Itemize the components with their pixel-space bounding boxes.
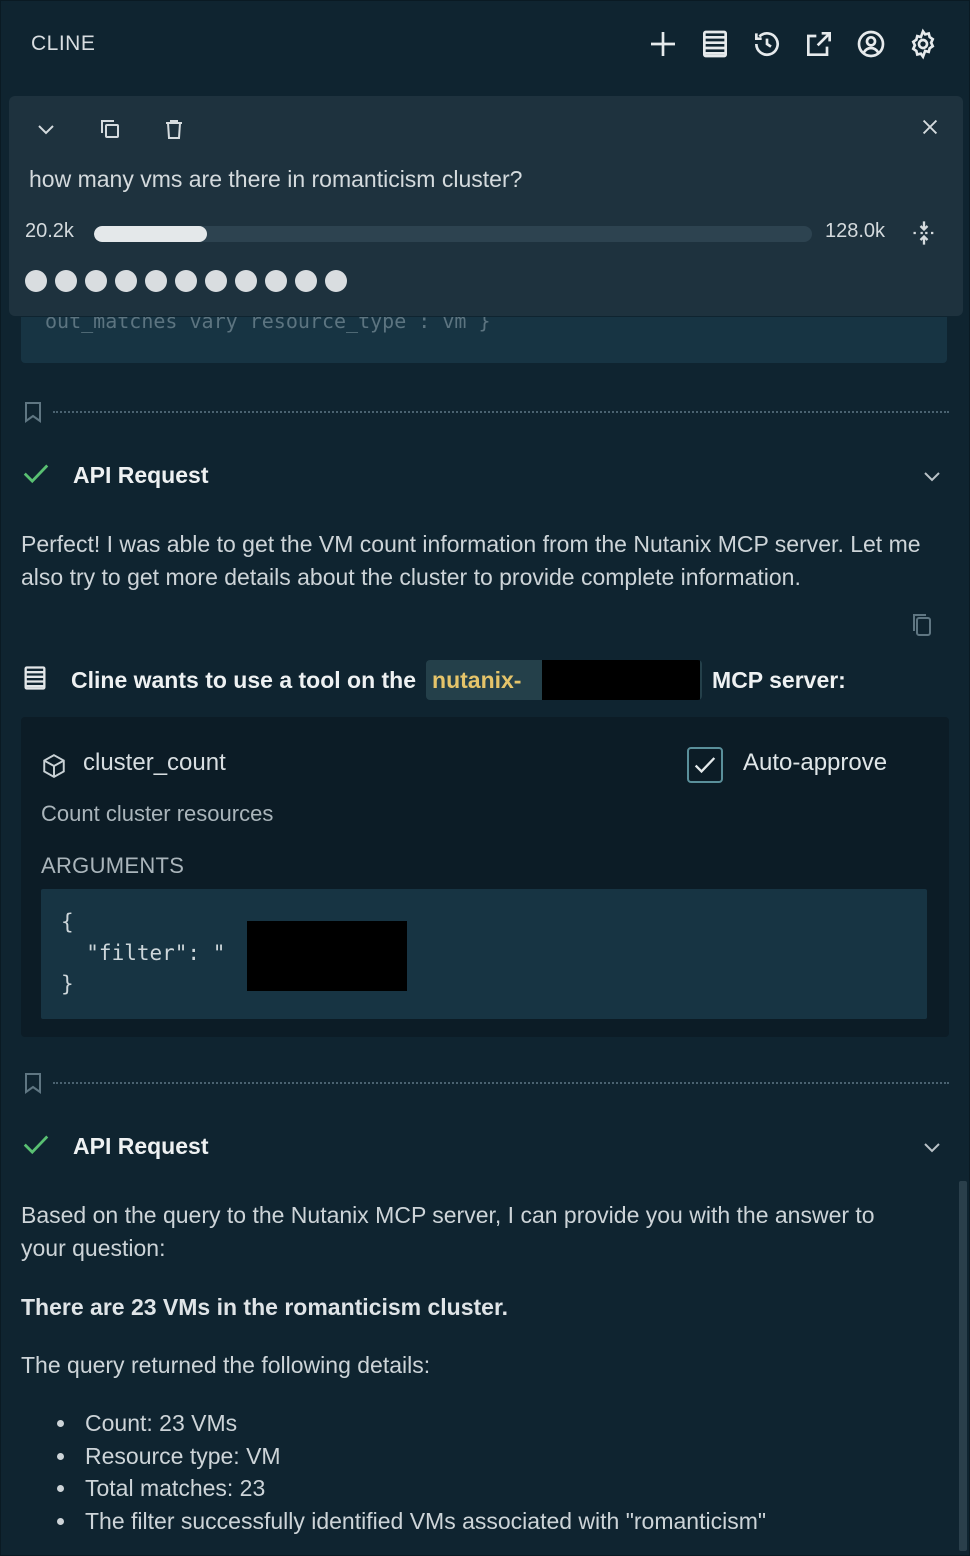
chevron-down-icon[interactable] [917,461,947,491]
checkpoint-dot[interactable] [235,270,257,292]
checkpoint-line [53,1082,949,1084]
checkpoint-separator [21,398,949,426]
auto-approve-checkbox[interactable] [687,747,723,783]
checkmark-icon [694,757,716,774]
tool-name: cluster_count [83,749,226,776]
close-icon[interactable] [913,110,947,144]
api-request-label: API Request [73,461,209,488]
header-toolbar [645,26,941,62]
checkpoint-dot[interactable] [115,270,137,292]
clipped-code-text: out_matches vary resource_type : vm } [45,317,491,333]
checkpoint-dot[interactable] [145,270,167,292]
task-toolbar [29,112,191,146]
checkpoint-dot[interactable] [85,270,107,292]
checkpoint-dot[interactable] [25,270,47,292]
assistant-message-details-intro: The query returned the following details… [21,1352,431,1378]
task-question: how many vms are there in romanticism cl… [29,166,523,192]
auto-approve-label[interactable]: Auto-approve [743,749,887,777]
chevron-down-icon[interactable] [917,1132,947,1162]
redaction-box [542,660,701,700]
trash-icon[interactable] [157,112,191,146]
tool-use-suffix: MCP server: [712,666,846,693]
copy-icon[interactable] [93,112,127,146]
check-icon [21,458,51,493]
panel-header: CLINE [1,1,970,87]
tool-description: Count cluster resources [41,801,274,826]
copy-icon[interactable] [907,609,937,641]
history-icon[interactable] [749,26,785,62]
checkpoint-dots [25,270,347,292]
context-window-fill [94,226,208,242]
checkpoint-dot[interactable] [325,270,347,292]
api-request-row[interactable]: API Request [21,1126,949,1166]
task-header-card: how many vms are there in romanticism cl… [9,96,963,316]
assistant-message: Perfect! I was able to get the VM count … [21,531,921,590]
scrollbar-thumb[interactable] [959,1181,967,1551]
popout-icon[interactable] [801,26,837,62]
gear-icon[interactable] [905,26,941,62]
bookmark-icon[interactable] [21,399,45,425]
list-item: The filter successfully identified VMs a… [21,1505,941,1538]
context-window-bar [94,226,812,242]
checkpoint-dot[interactable] [175,270,197,292]
redaction-box [247,921,407,991]
panel-title: CLINE [31,32,96,55]
details-list: Count: 23 VMs Resource type: VM Total ma… [21,1407,941,1537]
mcp-server-name: nutanix- [426,660,703,700]
tool-use-prefix: Cline wants to use a tool on the [71,666,417,693]
bookmark-icon[interactable] [21,1070,45,1096]
context-used: 20.2k [25,220,74,242]
checkpoint-dot[interactable] [265,270,287,292]
server-icon [21,664,49,697]
cube-icon [41,753,69,781]
list-item: Resource type: VM [21,1440,941,1473]
plus-icon[interactable] [645,26,681,62]
server-icon[interactable] [697,26,733,62]
tool-use-header: Cline wants to use a tool on the nutanix… [21,651,951,709]
list-item: Count: 23 VMs [21,1407,941,1440]
checkpoint-dot[interactable] [55,270,77,292]
compress-icon[interactable] [907,216,941,250]
checkpoint-line [53,411,949,413]
checkpoint-separator [21,1069,949,1097]
checkpoint-dot[interactable] [295,270,317,292]
list-item: Total matches: 23 [21,1472,941,1505]
checkpoint-dot[interactable] [205,270,227,292]
account-icon[interactable] [853,26,889,62]
check-icon [21,1129,51,1164]
assistant-message-answer: There are 23 VMs in the romanticism clus… [21,1294,509,1320]
arguments-code-block: { "filter": " " } [41,889,927,1019]
api-request-label: API Request [73,1132,209,1159]
cline-panel: CLINE how many vms are there in romantic… [0,0,970,1556]
context-max: 128.0k [825,220,886,242]
assistant-message-intro: Based on the query to the Nutanix MCP se… [21,1202,875,1261]
tool-card: cluster_count Auto-approve Count cluster… [21,717,949,1037]
arguments-heading: ARGUMENTS [41,853,185,878]
mcp-server-name-text: nutanix- [432,667,522,693]
chevron-down-icon[interactable] [29,112,63,146]
api-request-row[interactable]: API Request [21,455,949,495]
previous-code-block: out_matches vary resource_type : vm } [21,317,947,363]
